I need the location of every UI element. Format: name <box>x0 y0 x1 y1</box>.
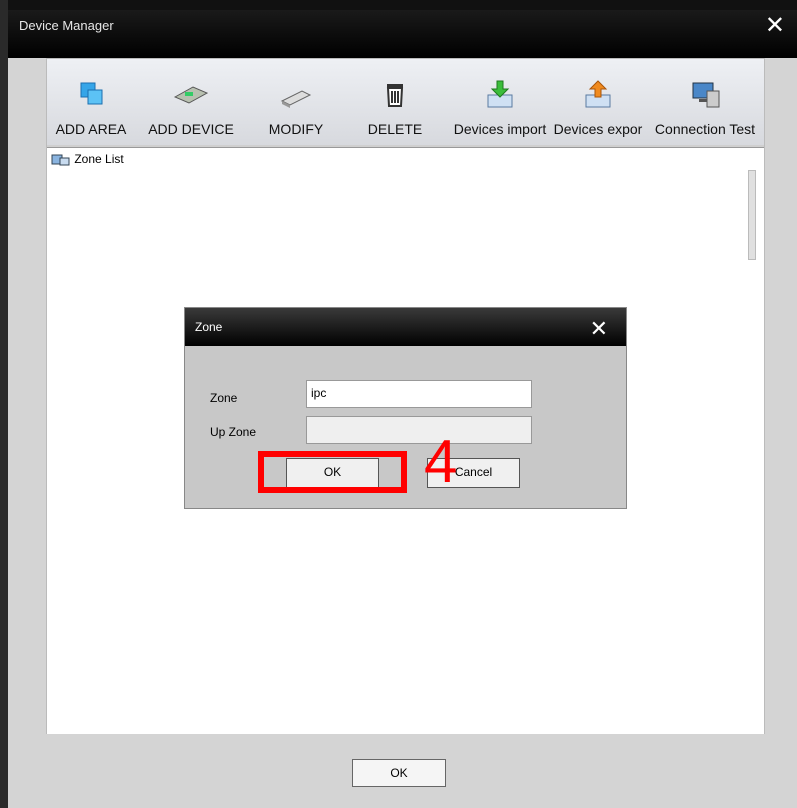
add-device-button[interactable]: ADD DEVICE <box>140 73 242 143</box>
import-icon <box>487 80 513 108</box>
modify-icon <box>280 90 312 108</box>
dialog-titlebar: Zone ✕ <box>185 308 626 346</box>
connection-test-icon <box>692 82 720 108</box>
zone-list-label: Zone List <box>74 152 124 166</box>
modify-button[interactable]: MODIFY <box>247 73 345 143</box>
close-icon[interactable]: ✕ <box>765 14 785 38</box>
window-title: Device Manager <box>19 18 114 33</box>
annotation-step-number: 4 <box>424 428 458 495</box>
devices-export-button[interactable]: Devices expor <box>550 73 646 143</box>
scrollbar[interactable] <box>748 170 756 260</box>
toolbar: ADD AREA ADD DEVICE MODIFY DELETE Device… <box>47 59 764 145</box>
up-zone-label: Up Zone <box>210 425 257 439</box>
devices-import-button[interactable]: Devices import <box>450 73 550 143</box>
background-side <box>0 0 8 808</box>
delete-label: DELETE <box>367 121 423 137</box>
tree-item-zone-list[interactable]: Zone List <box>51 152 124 167</box>
add-area-icon <box>80 82 103 105</box>
connection-test-label: Connection Test <box>654 121 756 137</box>
connection-test-button[interactable]: Connection Test <box>646 73 764 143</box>
add-device-label: ADD DEVICE <box>148 121 234 137</box>
dialog-title: Zone <box>195 320 223 334</box>
zone-label: Zone <box>210 391 238 405</box>
background-strip <box>0 0 797 10</box>
add-area-label: ADD AREA <box>55 121 127 137</box>
add-area-button[interactable]: ADD AREA <box>47 73 135 143</box>
modify-label: MODIFY <box>268 121 324 137</box>
zone-list-icon <box>51 154 70 166</box>
annotation-highlight-box <box>258 451 407 493</box>
zone-input[interactable]: ipc <box>306 380 532 408</box>
up-zone-input[interactable] <box>306 416 532 444</box>
add-device-icon <box>173 86 209 104</box>
devices-import-label: Devices import <box>453 121 547 137</box>
window-titlebar: Device Manager ✕ <box>8 10 797 58</box>
trash-icon <box>386 84 404 107</box>
devices-export-label: Devices expor <box>553 121 643 137</box>
ok-button[interactable]: OK <box>352 759 446 787</box>
export-icon <box>585 80 611 108</box>
dialog-close-icon[interactable]: ✕ <box>590 318 608 340</box>
delete-button[interactable]: DELETE <box>350 73 440 143</box>
